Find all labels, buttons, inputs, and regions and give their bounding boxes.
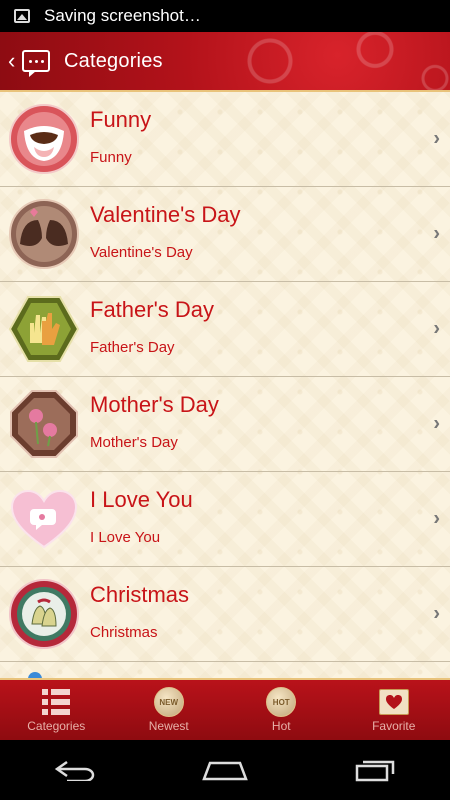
chevron-right-icon: › xyxy=(433,602,440,625)
hands-icon xyxy=(8,293,80,365)
app-header: ‹ Categories xyxy=(0,32,450,92)
recent-apps-icon xyxy=(355,760,395,782)
chat-bubble-icon[interactable] xyxy=(22,50,50,77)
category-title: Valentine's Day xyxy=(90,201,241,227)
favorite-heart-icon xyxy=(378,689,409,715)
category-row-valentines-day[interactable]: Valentine's Day Valentine's Day › xyxy=(0,187,450,282)
status-bar: Saving screenshot… xyxy=(0,0,450,32)
back-button[interactable]: ‹ xyxy=(8,48,18,74)
list-item-partial[interactable] xyxy=(0,662,450,678)
image-icon xyxy=(14,9,30,23)
header-ornament xyxy=(150,32,450,90)
home-nav-button[interactable] xyxy=(190,750,260,790)
tab-hot[interactable]: HOT Hot xyxy=(225,680,338,740)
category-title: Father's Day xyxy=(90,296,215,322)
category-list[interactable]: Funny Funny › Valentine's Day Valentine'… xyxy=(0,92,450,678)
home-icon xyxy=(202,761,248,781)
category-subtitle: Funny xyxy=(90,148,132,166)
recents-nav-button[interactable] xyxy=(340,750,410,790)
category-title: Christmas xyxy=(90,581,190,607)
status-text: Saving screenshot… xyxy=(44,6,201,25)
page-title: Categories xyxy=(64,49,163,72)
tab-categories[interactable]: Categories xyxy=(0,680,113,740)
system-nav-bar xyxy=(0,740,450,800)
new-badge-icon: NEW xyxy=(153,687,184,717)
category-row-i-love-you[interactable]: I Love You I Love You › xyxy=(0,472,450,567)
category-subtitle: Mother's Day xyxy=(90,433,178,451)
bottom-tab-bar: Categories NEW Newest HOT Hot Favorite xyxy=(0,678,450,740)
category-row-christmas[interactable]: Christmas Christmas › xyxy=(0,567,450,662)
category-subtitle: Valentine's Day xyxy=(90,243,193,261)
chevron-right-icon: › xyxy=(433,127,440,150)
carnation-icon xyxy=(8,388,80,460)
hot-badge-icon: HOT xyxy=(266,687,297,717)
laughing-mouth-icon xyxy=(8,103,80,175)
category-row-fathers-day[interactable]: Father's Day Father's Day › xyxy=(0,282,450,377)
tab-newest[interactable]: NEW Newest xyxy=(113,680,226,740)
category-row-mothers-day[interactable]: Mother's Day Mother's Day › xyxy=(0,377,450,472)
category-row-funny[interactable]: Funny Funny › xyxy=(0,92,450,187)
tab-label: Newest xyxy=(148,719,189,733)
category-title: Funny xyxy=(90,106,152,132)
tab-label: Hot xyxy=(271,719,291,733)
category-subtitle: I Love You xyxy=(90,528,161,546)
back-nav-button[interactable] xyxy=(40,750,110,790)
bells-icon xyxy=(8,578,80,650)
category-title: I Love You xyxy=(90,486,193,512)
list-icon xyxy=(42,689,71,715)
heart-icon xyxy=(8,483,80,555)
tab-favorite[interactable]: Favorite xyxy=(338,680,450,740)
tab-label: Categories xyxy=(27,719,86,733)
chevron-right-icon: › xyxy=(433,412,440,435)
chevron-right-icon: › xyxy=(433,317,440,340)
category-title: Mother's Day xyxy=(90,391,219,417)
chevron-right-icon: › xyxy=(433,507,440,530)
chevron-right-icon: › xyxy=(433,222,440,245)
category-subtitle: Christmas xyxy=(90,623,158,641)
category-subtitle: Father's Day xyxy=(90,338,175,356)
kissing-couple-icon xyxy=(8,198,80,270)
back-arrow-icon xyxy=(54,760,95,781)
tab-label: Favorite xyxy=(372,719,416,733)
